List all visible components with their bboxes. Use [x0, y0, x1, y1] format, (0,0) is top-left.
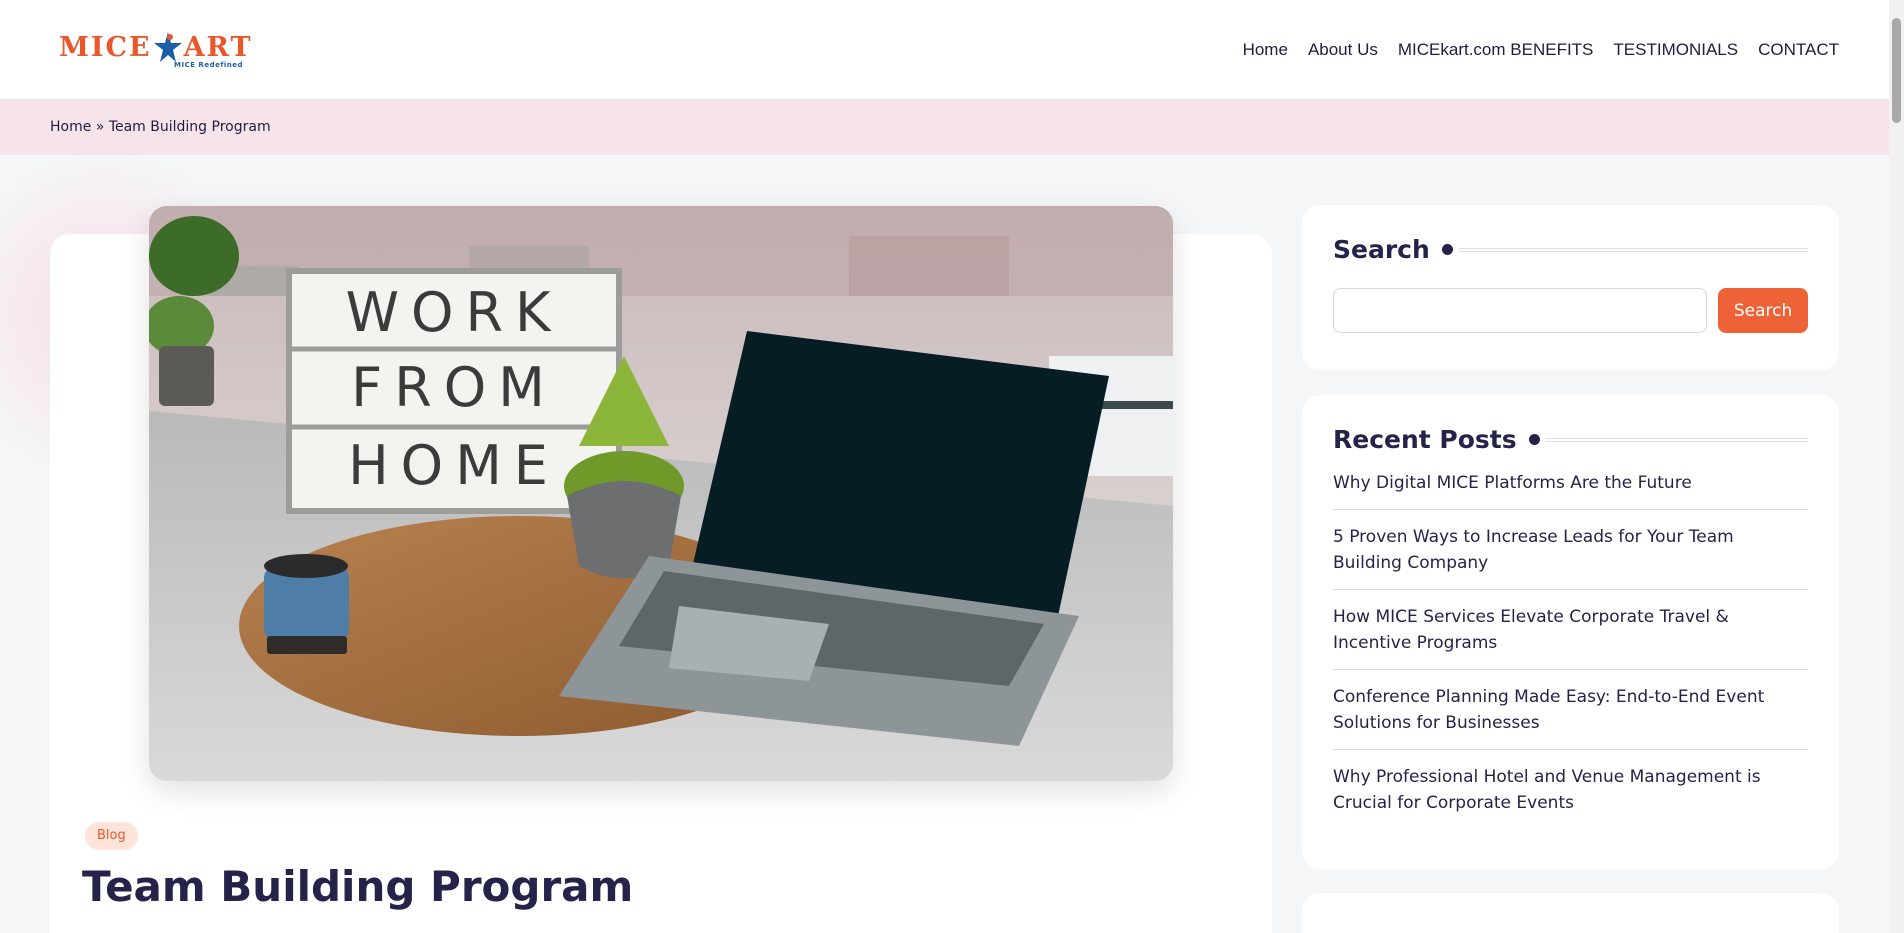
- sign-line-2: FROM: [351, 356, 557, 419]
- breadcrumb-current: Team Building Program: [108, 119, 271, 135]
- next-widget: [1302, 893, 1839, 933]
- page-scrollbar[interactable]: [1889, 0, 1904, 933]
- search-form: Search: [1333, 288, 1808, 333]
- title-divider: [1545, 437, 1808, 442]
- breadcrumb: Home » Team Building Program: [0, 99, 1889, 155]
- sign-line-1: WORK: [346, 281, 563, 344]
- main-nav: Home About Us MICEkart.com BENEFITS TEST…: [1243, 40, 1839, 60]
- recent-posts-header: Recent Posts: [1333, 425, 1808, 454]
- logo-wordmark: MICE ART: [59, 31, 253, 65]
- hero-image: WORK FROM HOME: [149, 206, 1173, 781]
- category-tag[interactable]: Blog: [85, 822, 138, 850]
- breadcrumb-home-link[interactable]: Home: [50, 119, 91, 135]
- search-button[interactable]: Search: [1718, 288, 1808, 333]
- nav-benefits[interactable]: MICEkart.com BENEFITS: [1398, 40, 1594, 60]
- search-widget-title: Search: [1333, 235, 1430, 264]
- breadcrumb-separator: »: [91, 119, 109, 135]
- scrollbar-thumb[interactable]: [1892, 18, 1901, 123]
- title-divider: [1458, 247, 1808, 252]
- search-input[interactable]: [1333, 288, 1708, 333]
- search-widget: Search Search: [1302, 205, 1839, 370]
- recent-post-link[interactable]: 5 Proven Ways to Increase Leads for Your…: [1333, 510, 1808, 590]
- search-widget-header: Search: [1333, 235, 1808, 264]
- nav-about-us[interactable]: About Us: [1308, 40, 1378, 60]
- recent-posts-list: Why Digital MICE Platforms Are the Futur…: [1333, 470, 1808, 829]
- recent-posts-title: Recent Posts: [1333, 425, 1517, 454]
- recent-post-link[interactable]: Why Professional Hotel and Venue Managem…: [1333, 750, 1808, 829]
- bullet-dot-icon: [1528, 434, 1540, 445]
- bullet-dot-icon: [1441, 244, 1453, 255]
- nav-testimonials[interactable]: TESTIMONIALS: [1613, 40, 1738, 60]
- sign-line-3: HOME: [348, 434, 560, 497]
- nav-contact[interactable]: CONTACT: [1758, 40, 1839, 60]
- running-person-star-icon: [153, 31, 182, 62]
- logo-text-left: MICE: [59, 32, 152, 63]
- logo-tagline: MICE Redefined: [174, 60, 244, 69]
- logo-text-right: ART: [183, 32, 253, 63]
- recent-post-link[interactable]: How MICE Services Elevate Corporate Trav…: [1333, 590, 1808, 670]
- recent-post-link[interactable]: Conference Planning Made Easy: End-to-En…: [1333, 670, 1808, 750]
- nav-home[interactable]: Home: [1243, 40, 1288, 60]
- recent-post-link[interactable]: Why Digital MICE Platforms Are the Futur…: [1333, 470, 1808, 510]
- site-header: MICE ART MICE Redefined Home About Us MI…: [0, 0, 1889, 99]
- page-title: Team Building Program: [82, 862, 634, 911]
- site-logo[interactable]: MICE ART MICE Redefined: [59, 31, 253, 69]
- recent-posts-widget: Recent Posts Why Digital MICE Platforms …: [1302, 395, 1839, 869]
